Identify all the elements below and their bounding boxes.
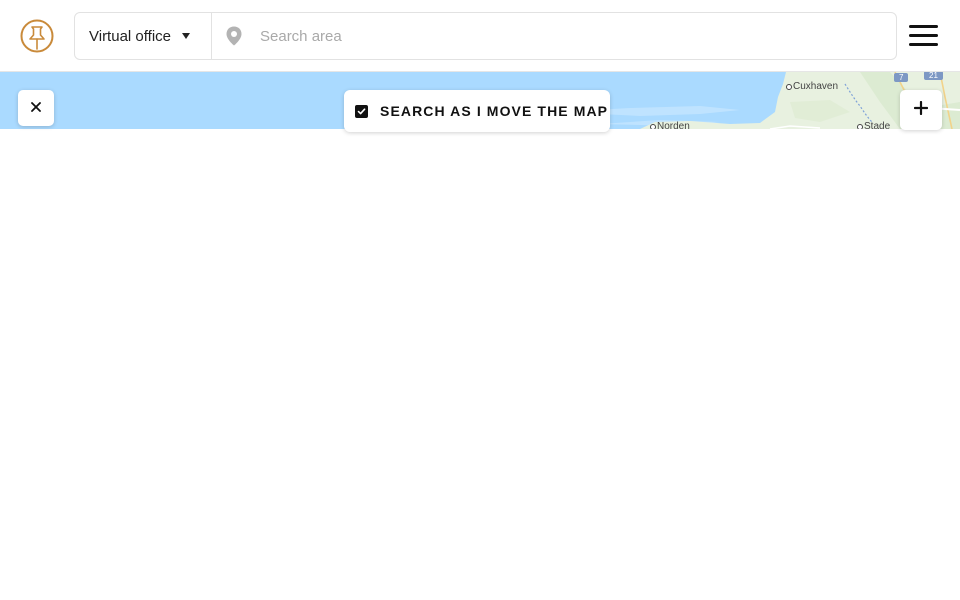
town-name: Cuxhaven [793, 81, 839, 92]
pushpin-logo-icon[interactable] [20, 19, 54, 55]
plus-icon [913, 100, 929, 120]
search-as-move-toggle[interactable]: SEARCH AS I MOVE THE MAP [344, 90, 610, 132]
town-name: Stade [864, 121, 891, 129]
zoom-in-button[interactable] [900, 90, 942, 130]
map-town-label[interactable]: Norden [650, 121, 690, 129]
road-number-badge: 7 [894, 73, 909, 82]
office-type-value: Virtual office [89, 27, 171, 45]
close-map-button[interactable] [18, 90, 54, 126]
caret-down-icon [182, 33, 190, 39]
town-name: Norden [657, 121, 690, 129]
map-town-label[interactable]: Cuxhaven [786, 81, 838, 92]
location-pin-icon [224, 25, 244, 47]
road-number-badge: 21 [924, 72, 943, 80]
area-search-input[interactable] [258, 26, 818, 46]
checkbox-checked-icon[interactable] [355, 104, 368, 118]
town-dot [857, 123, 863, 129]
search-as-move-label: SEARCH AS I MOVE THE MAP [380, 103, 609, 119]
town-dot [650, 123, 656, 129]
town-dot [786, 83, 792, 90]
map-town-label[interactable]: Stade [857, 121, 890, 129]
search-bar: Virtual office [74, 12, 897, 60]
close-icon [31, 99, 41, 117]
office-type-select[interactable]: Virtual office [75, 13, 212, 59]
area-search-field [212, 13, 896, 59]
top-header: Virtual office [0, 0, 960, 72]
hamburger-menu-icon[interactable] [909, 25, 939, 47]
